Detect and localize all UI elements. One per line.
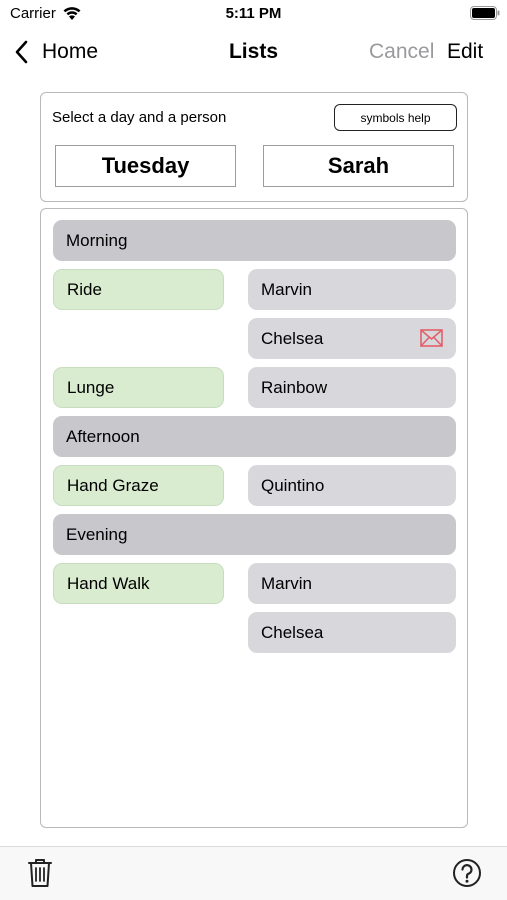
cancel-button[interactable]: Cancel [369, 40, 434, 64]
task-hand-graze[interactable]: Hand Graze [53, 465, 224, 506]
day-picker[interactable]: Tuesday [55, 145, 236, 187]
bottom-toolbar [0, 846, 507, 900]
envelope-icon[interactable] [420, 329, 443, 347]
edit-button[interactable]: Edit [447, 40, 483, 64]
horse-rainbow-lunge[interactable]: Rainbow [248, 367, 456, 408]
battery-icon [470, 6, 500, 20]
person-picker[interactable]: Sarah [263, 145, 454, 187]
selector-prompt: Select a day and a person [52, 109, 227, 126]
section-header-evening: Evening [53, 514, 456, 555]
horse-chelsea-hand-walk[interactable]: Chelsea [248, 612, 456, 653]
horse-marvin-ride[interactable]: Marvin [248, 269, 456, 310]
section-header-morning: Morning [53, 220, 456, 261]
task-hand-walk[interactable]: Hand Walk [53, 563, 224, 604]
status-bar: Carrier 5:11 PM [0, 0, 507, 28]
question-circle-icon[interactable] [452, 858, 482, 888]
horse-chelsea-ride[interactable]: Chelsea [248, 318, 456, 359]
selector-panel: Select a day and a person symbols help T… [40, 92, 468, 202]
navigation-bar: Home Lists Cancel Edit [0, 30, 507, 74]
task-ride[interactable]: Ride [53, 269, 224, 310]
trash-icon[interactable] [26, 857, 54, 889]
task-lunge[interactable]: Lunge [53, 367, 224, 408]
symbols-help-button[interactable]: symbols help [334, 104, 457, 131]
clock: 5:11 PM [225, 5, 282, 22]
horse-quintino-hand-graze[interactable]: Quintino [248, 465, 456, 506]
horse-marvin-hand-walk[interactable]: Marvin [248, 563, 456, 604]
schedule-list: Morning Ride Marvin Chelsea Lunge Rainbo… [40, 208, 468, 828]
section-header-afternoon: Afternoon [53, 416, 456, 457]
horse-name: Chelsea [261, 328, 324, 348]
